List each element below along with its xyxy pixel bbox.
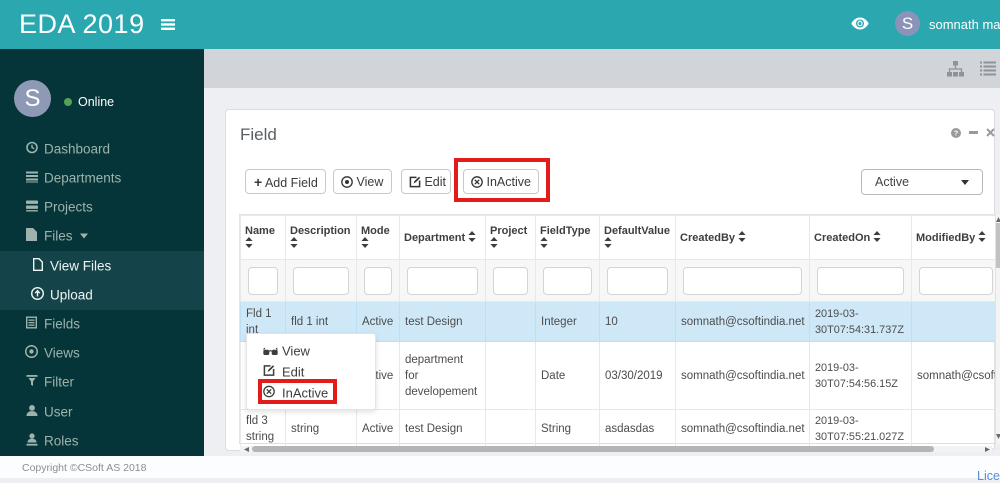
svg-text:?: ?	[954, 129, 959, 138]
